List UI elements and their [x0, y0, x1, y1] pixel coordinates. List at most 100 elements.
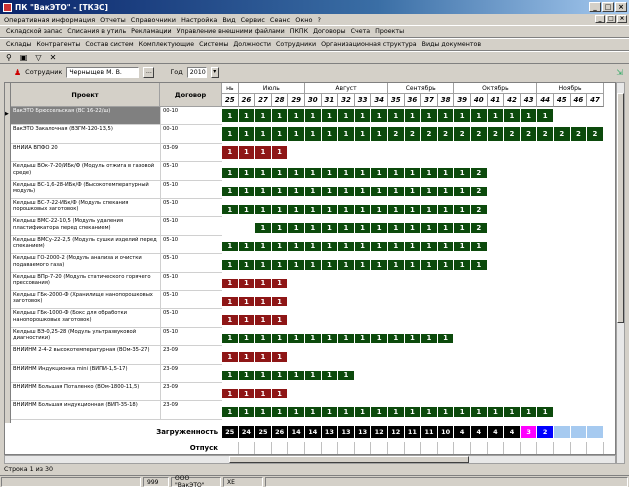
schedule-cell[interactable]: 1 [437, 333, 455, 345]
toolbar-button[interactable]: ПКПК [290, 28, 308, 35]
schedule-cell[interactable]: 1 [338, 127, 355, 142]
schedule-cell[interactable]: 1 [454, 186, 471, 197]
schedule-cell[interactable]: 2 [388, 127, 405, 142]
schedule-cell[interactable]: 1 [321, 241, 339, 253]
schedule-cell[interactable]: 1 [321, 370, 339, 381]
schedule-cell[interactable]: 1 [255, 407, 272, 418]
schedule-cell[interactable]: 1 [354, 260, 372, 271]
schedule-cell[interactable]: 1 [288, 407, 305, 418]
schedule-cell[interactable]: 2 [520, 127, 538, 142]
schedule-cell[interactable]: 1 [305, 333, 322, 345]
schedule-cell[interactable]: 1 [371, 260, 388, 271]
schedule-cell[interactable]: 1 [437, 205, 455, 216]
schedule-cell[interactable]: 1 [338, 260, 355, 271]
employee-field[interactable]: Черныщев М. В. [66, 66, 140, 78]
schedule-cell[interactable]: 1 [238, 389, 256, 400]
schedule-cell[interactable]: 1 [404, 205, 422, 216]
toolbar-button[interactable]: Склады [6, 41, 31, 48]
schedule-cell[interactable]: 1 [222, 127, 239, 142]
vertical-scroll-thumb[interactable] [617, 93, 624, 323]
schedule-cell[interactable]: 1 [338, 241, 355, 253]
toolbar-button[interactable]: Должности [233, 41, 271, 48]
schedule-cell[interactable]: 1 [520, 407, 538, 418]
schedule-cell[interactable]: 1 [338, 109, 355, 124]
schedule-cell[interactable]: 1 [222, 333, 239, 345]
schedule-cell[interactable]: 1 [222, 352, 239, 363]
schedule-cell[interactable]: 1 [222, 109, 239, 124]
contract-cell[interactable]: 05-10 [160, 254, 222, 273]
mdi-minimize-button[interactable]: _ [595, 15, 605, 23]
employee-select-button[interactable]: … [143, 66, 155, 78]
schedule-cell[interactable]: 1 [255, 127, 272, 142]
schedule-cell[interactable]: 1 [421, 241, 438, 253]
schedule-cell[interactable]: 1 [222, 260, 239, 271]
schedule-cell[interactable]: 1 [238, 407, 256, 418]
toolbar-button[interactable]: Комплектующие [139, 41, 195, 48]
schedule-cell[interactable]: 1 [371, 223, 388, 234]
project-cell[interactable]: ВакЭТО Брюссельская (ВС 16-22/ш) [11, 107, 160, 126]
schedule-cell[interactable]: 1 [271, 145, 289, 161]
schedule-cell[interactable]: 1 [255, 241, 272, 253]
toolbar-button[interactable]: Контрагенты [36, 41, 80, 48]
schedule-cell[interactable]: 1 [371, 127, 388, 142]
schedule-cell[interactable]: 1 [404, 109, 422, 124]
minimize-button[interactable]: _ [589, 2, 601, 12]
contract-cell[interactable]: 05-10 [160, 199, 222, 218]
filter-icon[interactable]: ▽ [35, 53, 41, 62]
schedule-cell[interactable]: 1 [454, 407, 471, 418]
schedule-cell[interactable]: 1 [255, 370, 272, 381]
schedule-cell[interactable]: 1 [271, 205, 289, 216]
mdi-restore-button[interactable]: □ [606, 15, 616, 23]
contract-cell[interactable]: 00-10 [160, 125, 222, 144]
schedule-cell[interactable]: 1 [504, 407, 521, 418]
schedule-cell[interactable]: 1 [255, 186, 272, 197]
schedule-cell[interactable]: 1 [537, 407, 554, 418]
schedule-cell[interactable]: 2 [421, 127, 438, 142]
schedule-cell[interactable]: 1 [238, 278, 256, 289]
schedule-cell[interactable]: 1 [388, 186, 405, 197]
schedule-cell[interactable]: 1 [321, 186, 339, 197]
schedule-cell[interactable]: 2 [487, 127, 505, 142]
export-icon[interactable]: ⇲ [616, 68, 623, 77]
schedule-cell[interactable]: 1 [321, 109, 339, 124]
schedule-cell[interactable]: 1 [338, 205, 355, 216]
schedule-cell[interactable]: 1 [222, 389, 239, 400]
schedule-cell[interactable]: 1 [271, 333, 289, 345]
schedule-cell[interactable]: 1 [354, 333, 372, 345]
schedule-cell[interactable]: 1 [255, 333, 272, 345]
schedule-cell[interactable]: 1 [255, 278, 272, 289]
schedule-cell[interactable]: 1 [238, 145, 256, 161]
project-cell[interactable]: Келдыш ВЭ-0,25-28 (Модуль ультразвуковой… [11, 328, 160, 347]
schedule-cell[interactable]: 1 [305, 241, 322, 253]
schedule-cell[interactable]: 2 [471, 168, 488, 179]
schedule-cell[interactable]: 1 [255, 352, 272, 363]
schedule-cell[interactable]: 1 [238, 315, 256, 326]
schedule-cell[interactable]: 1 [255, 168, 272, 179]
schedule-cell[interactable]: 1 [255, 297, 272, 308]
schedule-cell[interactable]: 1 [437, 186, 455, 197]
schedule-cell[interactable]: 2 [554, 127, 571, 142]
maximize-button[interactable]: □ [602, 2, 614, 12]
menu-item[interactable]: Справочники [131, 16, 176, 24]
schedule-cell[interactable]: 1 [437, 407, 455, 418]
project-cell[interactable]: Келдыш ГО-2000-2 (Модуль анализа и очист… [11, 254, 160, 273]
menu-item[interactable]: ? [318, 16, 321, 24]
schedule-cell[interactable]: 1 [454, 109, 471, 124]
schedule-cell[interactable]: 1 [454, 223, 471, 234]
schedule-cell[interactable]: 1 [271, 241, 289, 253]
schedule-cell[interactable]: 1 [238, 333, 256, 345]
schedule-cell[interactable]: 1 [271, 352, 289, 363]
schedule-cell[interactable]: 1 [271, 315, 289, 326]
toolbar-button[interactable]: Списания в утиль [67, 28, 126, 35]
project-cell[interactable]: ВНИИНМ Большая Поталенко (ВОм-1800-11,5) [11, 383, 160, 402]
schedule-cell[interactable]: 1 [238, 260, 256, 271]
schedule-cell[interactable]: 1 [404, 168, 422, 179]
schedule-cell[interactable]: 1 [321, 127, 339, 142]
contract-cell[interactable]: 05-10 [160, 217, 222, 236]
schedule-cell[interactable]: 1 [454, 168, 471, 179]
schedule-cell[interactable]: 1 [421, 260, 438, 271]
schedule-cell[interactable]: 1 [222, 186, 239, 197]
contract-cell[interactable]: 23-09 [160, 383, 222, 402]
schedule-cell[interactable]: 1 [321, 168, 339, 179]
schedule-cell[interactable]: 1 [288, 241, 305, 253]
